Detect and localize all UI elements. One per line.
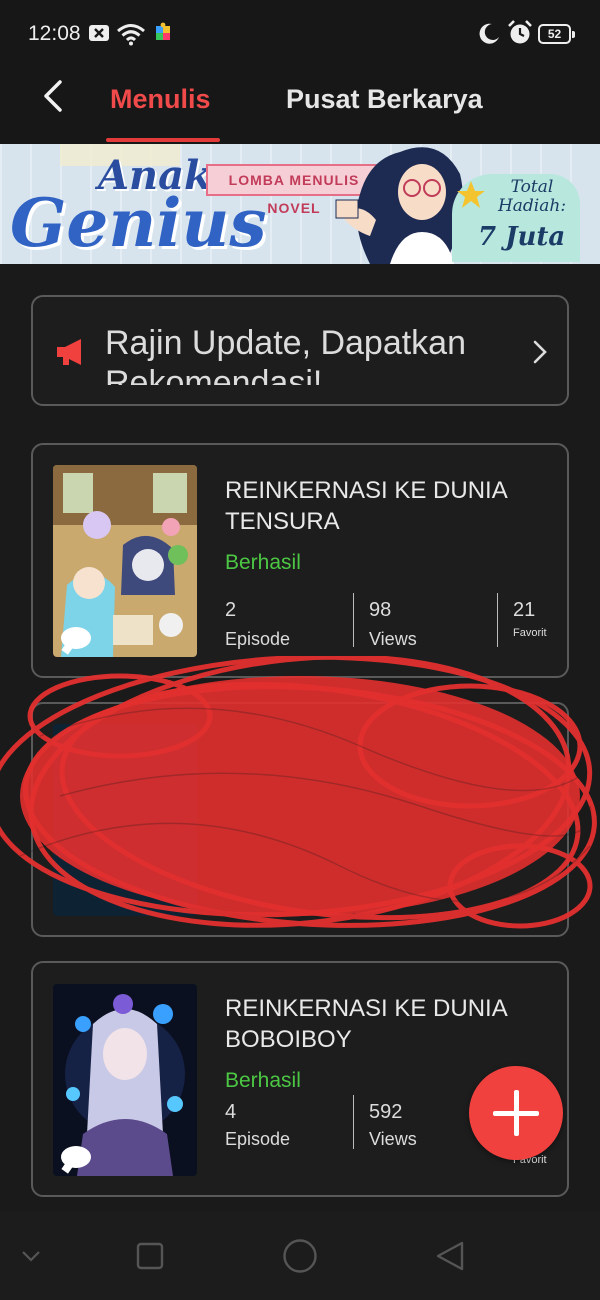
system-nav-bar bbox=[0, 1212, 600, 1300]
comment-bubble-icon bbox=[61, 1146, 91, 1168]
book-cover bbox=[53, 984, 197, 1176]
moon-icon bbox=[479, 23, 499, 44]
alarm-icon bbox=[508, 20, 532, 44]
back-triangle-icon[interactable] bbox=[434, 1240, 466, 1272]
work-title: REINKERNASI KE DUNIA BOBOIBOY bbox=[225, 995, 507, 1053]
contest-banner[interactable]: Anak Genius LOMBA MENULIS NOVEL Total Ha… bbox=[0, 144, 600, 264]
episode-label: Episode bbox=[225, 1129, 291, 1149]
tab-pusat-berkarya[interactable]: Pusat Berkarya bbox=[286, 84, 483, 115]
stat-divider bbox=[353, 1095, 354, 1149]
stat-divider bbox=[497, 593, 498, 647]
notice-text: Rajin Update, Dapatkan Rekomendasi! bbox=[105, 324, 467, 385]
chevron-right-icon bbox=[533, 340, 547, 364]
home-circle-icon[interactable] bbox=[282, 1238, 318, 1274]
battery-icon: 52 bbox=[538, 24, 575, 44]
episode-count: 2 bbox=[225, 599, 237, 621]
view-label: Views bbox=[369, 629, 417, 649]
wifi-icon bbox=[117, 24, 145, 46]
update-notice[interactable]: Rajin Update, Dapatkan Rekomendasi! bbox=[31, 295, 569, 406]
tab-menulis[interactable]: Menulis bbox=[110, 84, 211, 115]
episode-label: Episode bbox=[225, 629, 291, 649]
megaphone-icon bbox=[57, 339, 81, 365]
notification-icon bbox=[89, 25, 109, 41]
prize-value: 7 Juta bbox=[478, 222, 566, 252]
episode-count: 4 bbox=[225, 1101, 237, 1123]
book-cover bbox=[53, 465, 197, 657]
recents-square-icon[interactable] bbox=[136, 1242, 164, 1270]
work-card[interactable]: REINKERNASI KE DUNIA TENSURA Berhasil 2 … bbox=[31, 443, 569, 678]
view-count: 98 bbox=[369, 599, 392, 621]
chevron-left-icon bbox=[44, 80, 62, 112]
work-title: REINKERNASI KE DUNIA TENSURA bbox=[225, 477, 507, 535]
view-count: 592 bbox=[369, 1101, 403, 1123]
prize-label: Total Hadiah: bbox=[497, 177, 567, 216]
work-status: Berhasil bbox=[225, 1069, 301, 1092]
add-work-button[interactable] bbox=[469, 1066, 563, 1160]
view-label: Views bbox=[369, 1129, 417, 1149]
stat-divider bbox=[353, 593, 354, 647]
status-bar: 12:08 52 bbox=[0, 0, 600, 66]
app-header: Menulis Pusat Berkarya bbox=[0, 66, 600, 144]
back-button[interactable] bbox=[38, 78, 74, 118]
active-tab-indicator bbox=[106, 138, 220, 142]
comment-bubble-icon bbox=[61, 627, 91, 649]
app-icon bbox=[156, 22, 170, 40]
red-scribble-redaction bbox=[0, 656, 597, 929]
status-time: 12:08 bbox=[28, 22, 81, 45]
favorite-label: Favorit bbox=[513, 627, 547, 639]
favorite-count: 21 bbox=[513, 599, 536, 621]
work-status: Berhasil bbox=[225, 551, 301, 574]
star-icon bbox=[457, 181, 485, 208]
chevron-down-icon[interactable] bbox=[20, 1248, 42, 1264]
